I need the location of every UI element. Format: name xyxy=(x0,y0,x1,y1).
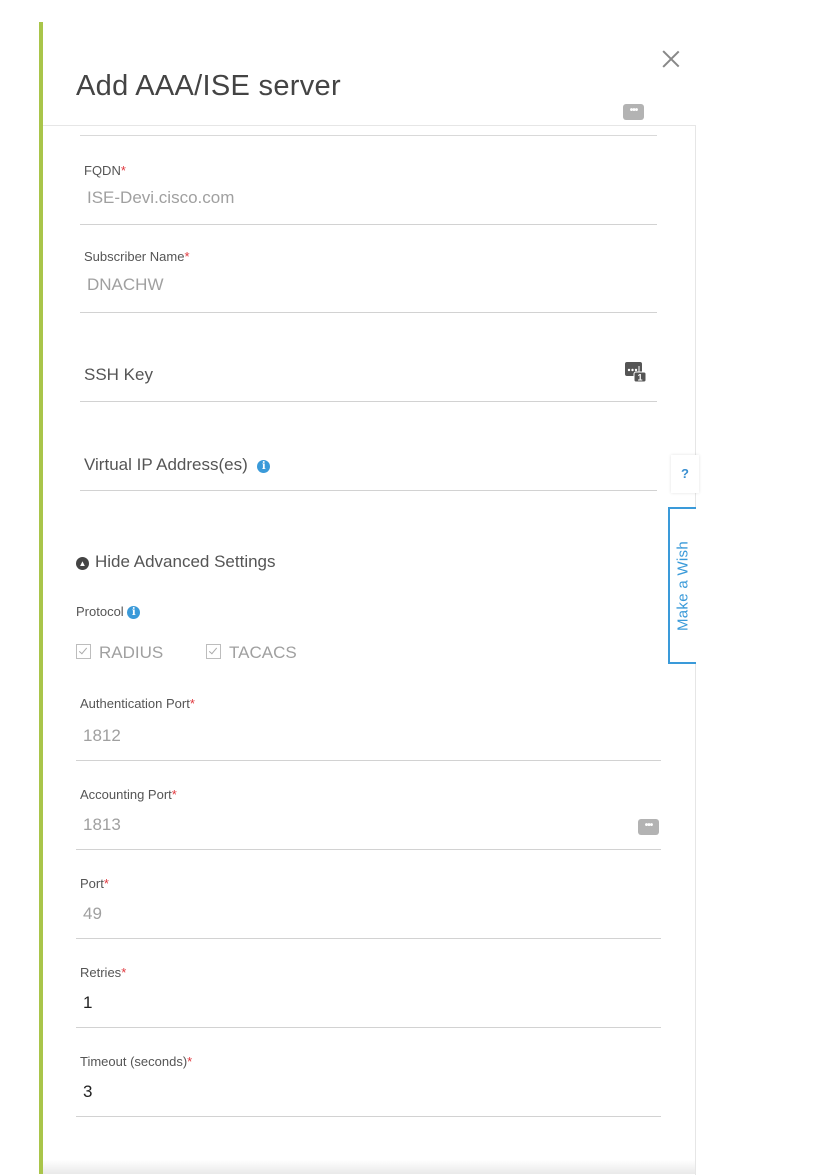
protocol-label: Protocol i xyxy=(76,604,141,619)
authentication-port-value[interactable]: 1812 xyxy=(83,726,121,746)
retries-value[interactable]: 1 xyxy=(83,993,92,1013)
port-label: Port* xyxy=(80,876,109,891)
retries-label: Retries* xyxy=(80,965,127,980)
checkbox-icon xyxy=(206,644,221,659)
make-a-wish-tab[interactable]: Make a Wish xyxy=(668,507,696,664)
password-manager-icon[interactable]: 1 xyxy=(625,361,647,383)
timeout-label: Timeout (seconds)* xyxy=(80,1054,193,1069)
close-icon[interactable] xyxy=(662,50,680,68)
tacacs-checkbox[interactable]: TACACS xyxy=(206,643,297,663)
timeout-value[interactable]: 3 xyxy=(83,1082,92,1102)
svg-text:1: 1 xyxy=(637,373,642,383)
checkbox-icon xyxy=(76,644,91,659)
fqdn-label: FQDN* xyxy=(84,163,126,178)
accounting-port-label: Accounting Port* xyxy=(80,787,177,802)
ssh-key-field[interactable]: SSH Key 1 xyxy=(80,350,657,402)
authentication-port-field[interactable]: Authentication Port* 1812 xyxy=(76,688,661,761)
panel-bottom-shadow xyxy=(43,1160,695,1174)
more-dots-icon[interactable]: ••• xyxy=(638,819,659,835)
make-a-wish-label: Make a Wish xyxy=(674,540,692,631)
subscriber-name-label: Subscriber Name* xyxy=(84,249,190,264)
retries-field[interactable]: Retries* 1 xyxy=(76,955,661,1028)
hide-advanced-settings-toggle[interactable]: ▲ Hide Advanced Settings xyxy=(76,552,276,572)
virtual-ip-field[interactable]: Virtual IP Address(es) i xyxy=(80,440,657,491)
info-icon[interactable]: i xyxy=(127,606,141,619)
help-tab[interactable]: ? xyxy=(671,455,699,493)
ssh-key-placeholder: SSH Key xyxy=(84,365,153,384)
accounting-port-field[interactable]: Accounting Port* 1813 ••• xyxy=(76,777,661,850)
port-value[interactable]: 49 xyxy=(83,904,102,924)
fqdn-field[interactable]: FQDN* ISE-Devi.cisco.com xyxy=(80,150,657,225)
subscriber-name-field[interactable]: Subscriber Name* DNACHW xyxy=(80,240,657,313)
accounting-port-value[interactable]: 1813 xyxy=(83,815,121,835)
radius-checkbox[interactable]: RADIUS xyxy=(76,643,163,663)
more-dots-icon[interactable]: ••• xyxy=(623,104,644,120)
fqdn-value[interactable]: ISE-Devi.cisco.com xyxy=(87,188,234,208)
divider xyxy=(80,135,657,136)
chevron-up-icon: ▲ xyxy=(76,557,89,570)
dialog-title: Add AAA/ISE server xyxy=(76,70,341,102)
info-icon[interactable]: i xyxy=(257,460,271,473)
subscriber-name-value[interactable]: DNACHW xyxy=(87,275,164,295)
virtual-ip-placeholder: Virtual IP Address(es) i xyxy=(84,455,271,475)
port-field[interactable]: Port* 49 xyxy=(76,866,661,939)
authentication-port-label: Authentication Port* xyxy=(80,696,195,711)
timeout-field[interactable]: Timeout (seconds)* 3 xyxy=(76,1044,661,1117)
